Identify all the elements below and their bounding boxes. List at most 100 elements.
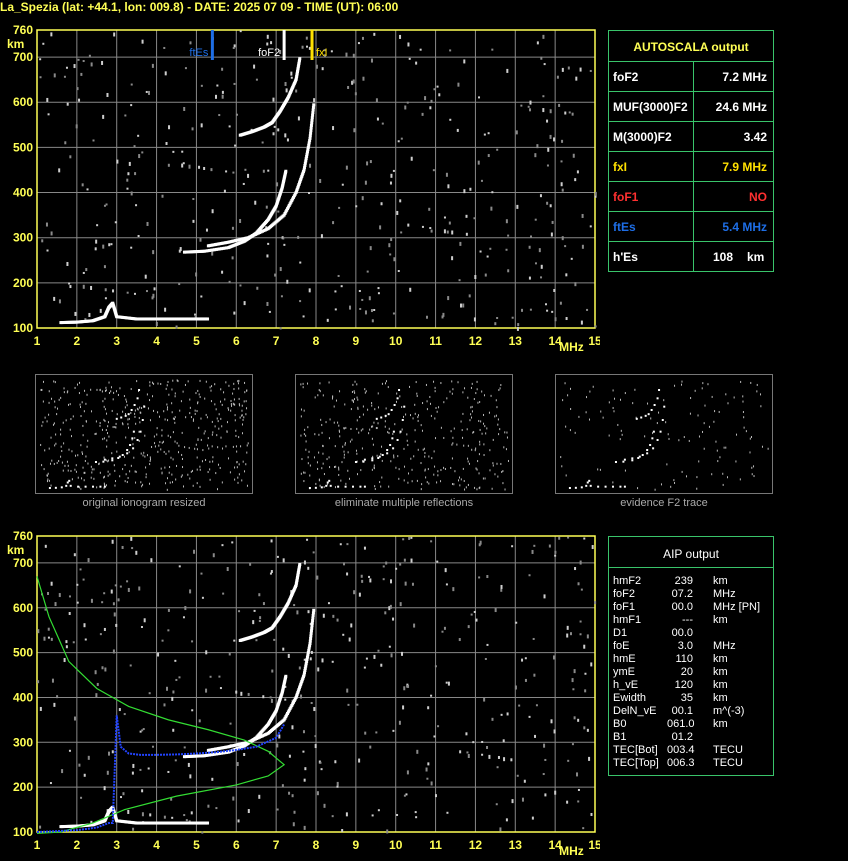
thumb-noise — [70, 469, 72, 472]
noise-dot — [486, 575, 489, 579]
autoscala-label-muf3000f2: MUF(3000)F2 — [613, 100, 688, 114]
thumb-noise — [165, 482, 167, 485]
thumb-noise — [505, 448, 507, 451]
thumb-noise — [110, 386, 112, 389]
noise-dot — [579, 633, 582, 636]
thumb-noise — [619, 438, 621, 441]
noise-dot — [182, 616, 185, 619]
noise-dot — [392, 617, 395, 621]
noise-dot — [371, 814, 374, 817]
noise-dot — [358, 758, 361, 763]
thumb-noise — [658, 411, 660, 414]
thumb-noise — [129, 470, 131, 473]
thumb-noise — [199, 396, 201, 399]
thumb-noise — [140, 411, 142, 414]
y-tick-label: 100 — [13, 825, 33, 839]
noise-dot — [576, 772, 579, 777]
thumb-noise — [750, 381, 752, 384]
thumb-noise — [212, 460, 214, 463]
noise-dot — [446, 811, 449, 814]
thumb-noise — [409, 385, 411, 388]
thumb-noise — [104, 420, 106, 423]
noise-dot — [271, 669, 274, 673]
thumb-trace-point — [308, 487, 311, 489]
thumb-noise — [359, 415, 361, 418]
thumb-noise — [698, 435, 700, 438]
noise-dot — [579, 560, 582, 565]
x-tick-label: 7 — [273, 838, 280, 852]
thumb-noise — [347, 451, 349, 454]
thumb-noise — [149, 463, 151, 466]
thumb-noise — [334, 445, 336, 448]
noise-dot — [345, 812, 348, 817]
thumb-noise — [317, 467, 319, 470]
thumb-trace-point — [371, 459, 374, 462]
thumb-noise — [413, 455, 415, 458]
thumb-noise — [620, 429, 622, 432]
thumb-noise — [237, 382, 239, 385]
noise-dot — [47, 627, 50, 631]
thumb-noise — [453, 483, 455, 486]
thumb-noise — [350, 427, 352, 430]
series-point-f-ordinary — [284, 674, 288, 678]
thumb-noise — [650, 417, 652, 420]
autoscala-value-fof1: NO — [749, 190, 767, 204]
noise-dot — [222, 592, 225, 595]
thumb-noise — [322, 445, 324, 448]
thumb-noise — [180, 475, 182, 478]
thumb-noise — [81, 477, 83, 480]
thumb-noise — [756, 390, 758, 393]
noise-dot — [304, 767, 307, 771]
aip-name: D1 — [613, 627, 628, 639]
thumb-noise — [440, 382, 442, 385]
thumb-noise — [338, 466, 340, 469]
thumb-noise — [673, 479, 675, 482]
noise-dot — [483, 697, 486, 702]
thumb-noise — [108, 381, 110, 384]
thumb-trace-point — [623, 485, 626, 488]
thumb-noise — [503, 446, 505, 449]
thumb-noise — [113, 464, 115, 467]
thumb-noise — [451, 457, 453, 460]
thumb-noise — [49, 462, 51, 465]
thumb-noise — [318, 478, 320, 481]
thumb-trace-point — [118, 455, 121, 458]
noise-dot — [278, 734, 281, 739]
thumb-noise — [350, 408, 352, 411]
thumb-noise — [424, 452, 426, 455]
thumb-noise — [220, 400, 222, 403]
thumb-noise — [166, 488, 168, 491]
noise-dot — [184, 606, 187, 611]
thumb-trace-point — [649, 444, 652, 446]
thumb-noise — [228, 457, 230, 460]
thumb-trace-point — [131, 437, 134, 440]
noise-dot — [310, 701, 313, 704]
noise-dot — [410, 558, 413, 563]
thumb-noise — [115, 441, 117, 444]
noise-dot — [402, 538, 405, 541]
thumb-noise — [241, 479, 243, 482]
thumb-noise — [199, 379, 201, 382]
thumb-noise — [200, 438, 202, 441]
thumb-noise — [52, 423, 54, 426]
thumb-noise — [407, 481, 409, 484]
noise-dot — [392, 729, 395, 732]
thumb-noise — [246, 389, 248, 392]
thumb-noise — [560, 456, 562, 459]
thumb-noise — [417, 416, 419, 419]
noise-dot — [331, 815, 334, 818]
noise-dot — [104, 667, 107, 672]
thumb-noise — [486, 427, 488, 430]
thumb-noise — [244, 391, 246, 394]
noise-dot — [258, 794, 261, 799]
thumb-noise — [145, 473, 147, 476]
thumb-noise — [127, 418, 129, 421]
thumb-trace-point — [580, 486, 583, 489]
noise-dot — [427, 762, 430, 766]
noise-dot — [127, 809, 130, 814]
noise-dot — [491, 717, 494, 721]
thumb-trace-point — [103, 458, 106, 461]
noise-dot — [497, 755, 500, 759]
thumb-noise — [666, 463, 668, 466]
thumb-noise — [87, 439, 89, 442]
